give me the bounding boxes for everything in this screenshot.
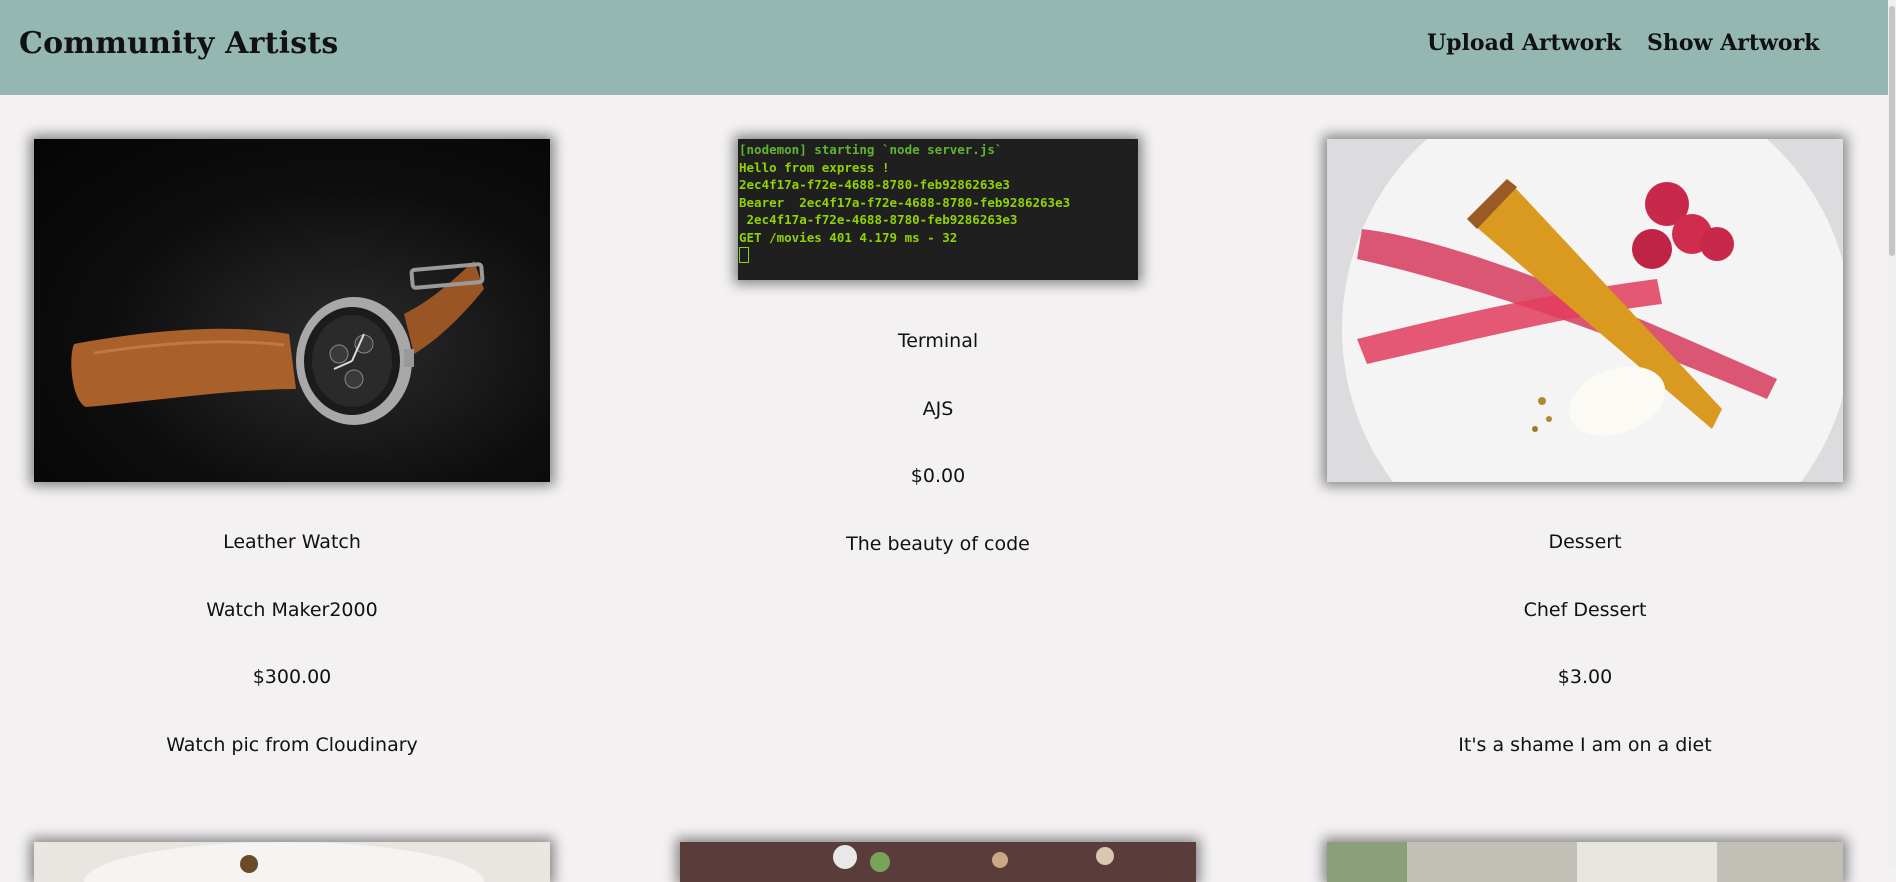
show-artwork-link[interactable]: Show Artwork: [1647, 30, 1819, 56]
food-plate-image: [34, 842, 550, 882]
scrollbar-thumb[interactable]: [1889, 6, 1895, 256]
artwork-description: The beauty of code: [846, 533, 1030, 555]
artwork-artist: Watch Maker2000: [206, 599, 378, 621]
salad-image: [680, 842, 1196, 882]
leather-watch-image: [71, 261, 485, 425]
cursor-icon: [739, 247, 749, 263]
terminal-line: Hello from express !: [739, 159, 890, 175]
terminal-line: 2ec4f17a-f72e-4688-8780-feb9286263e3: [739, 212, 1018, 227]
artwork-description: Watch pic from Cloudinary: [166, 734, 418, 756]
interior-image: [1327, 842, 1843, 882]
artwork-title: Dessert: [1548, 531, 1622, 553]
artwork-image[interactable]: [34, 842, 550, 882]
artwork-image[interactable]: [680, 842, 1196, 882]
artwork-title: Leather Watch: [223, 531, 361, 553]
terminal-line: [nodemon] starting `node server.js`: [739, 142, 1003, 157]
terminal-line: GET /movies 401 4.179 ms - 32: [739, 229, 958, 245]
upload-artwork-link[interactable]: Upload Artwork: [1427, 30, 1621, 56]
artwork-image[interactable]: [1327, 139, 1843, 482]
artwork-description: It's a shame I am on a diet: [1458, 734, 1712, 756]
artwork-title: Terminal: [897, 330, 979, 352]
brand-title[interactable]: Community Artists: [19, 26, 339, 61]
dessert-image: [1327, 139, 1843, 482]
artwork-price: $0.00: [910, 465, 966, 487]
artwork-card: Dessert Chef Dessert $3.00 It's a shame …: [1327, 139, 1843, 759]
artwork-artist: AJS: [922, 398, 954, 420]
artwork-artist: Chef Dessert: [1523, 599, 1647, 621]
artwork-card: [nodemon] starting `node server.js` Hello…: [680, 139, 1196, 559]
artwork-card: Leather Watch Watch Maker2000 $300.00 Wa…: [34, 139, 550, 759]
artwork-price: $300.00: [252, 666, 332, 688]
navbar: Community Artists Upload Artwork Show Ar…: [0, 0, 1888, 95]
artwork-image[interactable]: [1327, 842, 1843, 882]
terminal-line: 2ec4f17a-f72e-4688-8780-feb9286263e3: [739, 177, 1010, 192]
artwork-price: $3.00: [1557, 666, 1613, 688]
artwork-image[interactable]: [34, 139, 550, 482]
terminal-line: Bearer 2ec4f17a-f72e-4688-8780-feb928626…: [739, 194, 1071, 210]
terminal-image[interactable]: [nodemon] starting `node server.js` Hello…: [738, 139, 1138, 280]
